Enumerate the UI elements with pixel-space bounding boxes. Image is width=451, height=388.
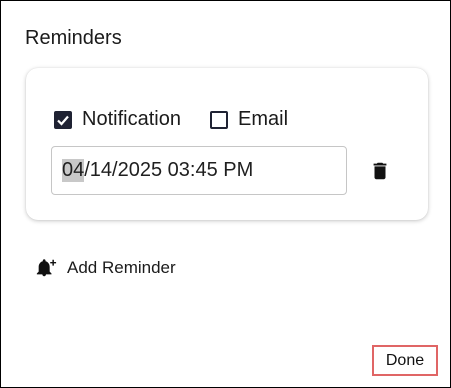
- notification-label: Notification: [82, 108, 181, 130]
- datetime-rest: /14/2025 03:45 PM: [84, 159, 254, 181]
- add-reminder-label: Add Reminder: [67, 258, 176, 277]
- bell-plus-icon: [36, 259, 57, 277]
- checkmark-icon: [57, 115, 69, 126]
- reminder-card: [26, 68, 428, 220]
- email-option[interactable]: Email: [210, 108, 288, 131]
- notification-checkbox[interactable]: [54, 110, 72, 129]
- email-checkbox[interactable]: [210, 110, 228, 129]
- done-button[interactable]: Done: [372, 345, 438, 376]
- trash-icon[interactable]: [369, 160, 391, 182]
- reminders-dialog: Reminders Notification Email 04/14/2025 …: [0, 0, 451, 388]
- email-label: Email: [238, 108, 289, 130]
- add-reminder-button[interactable]: Add Reminder: [35, 257, 176, 279]
- notification-option[interactable]: Notification: [54, 108, 181, 131]
- dialog-title: Reminders: [25, 27, 122, 49]
- datetime-month-segment[interactable]: 04: [62, 159, 85, 182]
- reminder-datetime-input[interactable]: 04/14/2025 03:45 PM: [51, 146, 347, 195]
